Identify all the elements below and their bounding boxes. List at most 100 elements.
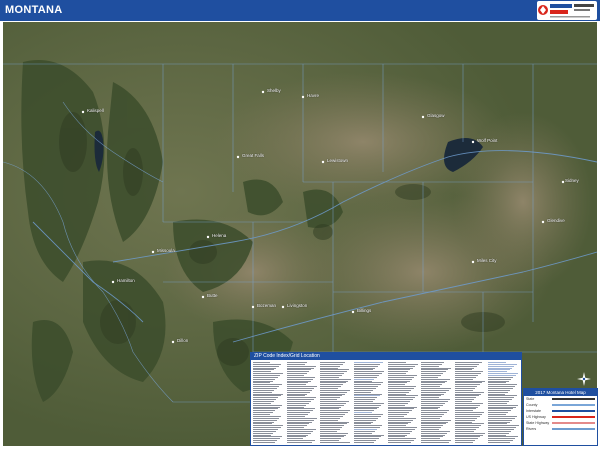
index-entry [488,375,516,376]
index-entry [320,389,350,391]
index-entry [320,441,350,443]
index-entry [454,367,475,369]
index-entry [286,432,311,434]
index-entry [320,384,344,386]
index-entry [488,373,519,375]
index-entry [286,428,316,430]
index-entry [286,386,317,388]
index-entry [454,425,482,427]
index-entry [253,384,282,386]
index-column [253,362,284,443]
index-entry [320,397,340,399]
index-entry [253,373,283,375]
zip-index-title: ZIP Code Index/Grid Location [251,353,521,360]
index-entry [286,427,305,428]
index-entry [286,412,311,414]
index-entry [387,373,406,375]
index-column [454,362,486,443]
index-entry [387,402,408,404]
index-entry [421,376,439,378]
index-entry [421,417,440,419]
index-entry [353,380,372,382]
index-entry [353,362,383,363]
index-entry [488,402,507,404]
index-entry [320,362,346,363]
index-entry [320,427,342,428]
index-entry [387,384,405,386]
index-entry [387,375,417,376]
index-entry [353,441,374,443]
index-entry [488,399,512,401]
index-entry [488,419,513,421]
north-arrow-icon [577,372,591,386]
place-label: Kalispell [87,108,104,113]
index-entry [253,428,279,430]
index-entry [387,423,409,425]
index-entry [286,423,310,425]
index-entry [454,427,479,428]
index-entry [454,384,480,386]
index-column [387,362,419,443]
place-label: Billings [357,308,372,313]
index-entry [320,376,340,378]
index-entry [253,369,274,371]
index-entry [320,375,342,376]
index-entry [320,393,345,395]
index-entry [253,441,275,443]
index-entry [253,430,276,432]
index-entry [286,404,307,406]
index-entry [320,423,347,425]
index-entry [387,363,418,365]
index-entry [387,438,417,440]
index-entry [454,373,481,375]
index-entry [353,404,382,406]
index-entry [454,393,482,395]
index-entry [286,434,309,436]
index-entry [387,367,413,369]
index-entry [488,382,507,384]
index-entry [421,436,443,438]
index-entry [253,378,276,380]
index-entry [286,382,309,384]
market-maps-logo-icon[interactable] [537,1,597,20]
index-entry [488,425,519,427]
index-entry [353,440,377,441]
index-entry [253,423,272,425]
index-entry [353,378,375,380]
index-entry [387,434,408,436]
index-entry [454,408,476,410]
index-entry [454,386,478,388]
index-entry [454,412,485,414]
legend-title: 2017 Montana Hotel Map [524,389,597,396]
index-entry [320,415,343,417]
index-entry [387,419,414,421]
index-entry [421,382,445,384]
index-entry [387,417,416,419]
place-label: Sidney [565,178,579,183]
index-entry [320,402,347,404]
index-entry [488,415,518,417]
index-entry [320,388,339,389]
index-entry [488,441,511,443]
index-entry [387,421,411,423]
index-entry [454,376,476,378]
index-entry [421,395,442,397]
index-entry [320,414,346,415]
index-entry [454,406,479,408]
index-entry [454,397,477,399]
index-entry [421,371,446,373]
index-entry [253,432,274,434]
index-entry [488,430,512,432]
index-entry [387,382,408,384]
index-entry [488,389,511,391]
index-entry [488,434,507,436]
index-entry [320,436,344,438]
index-entry [488,436,518,438]
index-entry [421,425,444,427]
index-entry [253,438,280,440]
index-entry [454,395,479,397]
index-entry [320,438,342,440]
index-entry [286,363,305,365]
index-entry [421,363,442,365]
index-entry [454,440,476,441]
